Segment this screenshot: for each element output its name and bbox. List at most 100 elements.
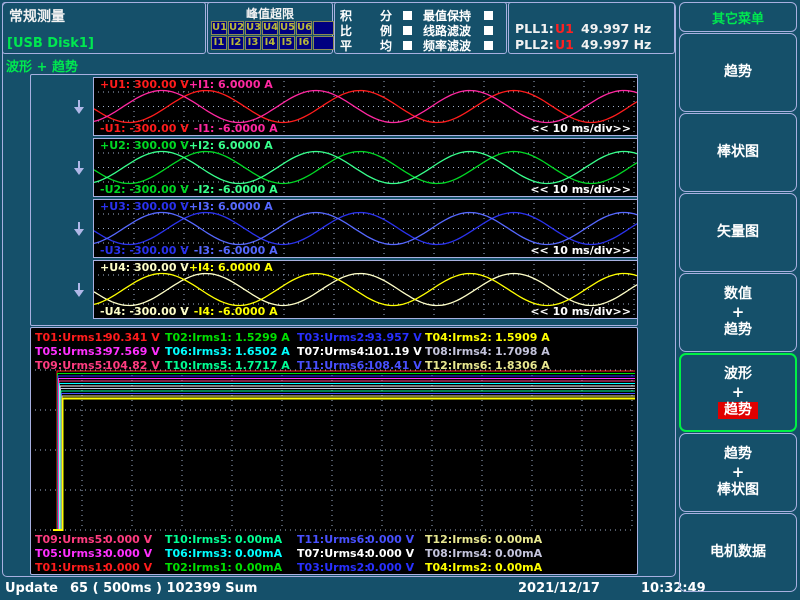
menu-item-numeric-trend[interactable]: 数值+趋势	[679, 273, 797, 352]
menu-item-trend-bar-chart[interactable]: 趋势+棒状图	[679, 433, 797, 512]
waveform-scale-top: +U2: 300.00 V+I2: 6.0000 A	[100, 139, 273, 152]
menu-item-label: 波形	[724, 366, 752, 383]
menu-item-label: 趋势	[718, 402, 758, 419]
menu-item-label: 电机数据	[710, 544, 766, 561]
trend-channel-value: 0.000 V	[105, 547, 152, 560]
checkbox-indicator	[403, 26, 412, 35]
trend-channel-label: T06:Irms3:	[165, 345, 235, 358]
trend-channel-label: T04:Irms2:	[425, 331, 495, 344]
pll1-row: PLL1:U149.997 Hz	[515, 21, 651, 36]
trend-channel-value: 108.41 V	[367, 359, 422, 372]
trend-channel-label: T05:Urms3:	[35, 345, 105, 358]
trend-value-top-10: T10:Irms5:1.7717 A	[165, 359, 290, 372]
trend-value-top-8: T08:Irms4:1.7098 A	[425, 345, 550, 358]
trend-value-bottom-5: T05:Urms3:0.000 V	[35, 547, 152, 560]
trend-value-bottom-4: T12:Irms6:0.00mA	[425, 533, 542, 546]
trend-value-bottom-2: T10:Irms5:0.00mA	[165, 533, 282, 546]
update-counter: 65 ( 500ms ) 102399 Sum	[70, 581, 257, 596]
trend-value-bottom-10: T02:Irms1:0.00mA	[165, 561, 282, 574]
trend-channel-value: 97.569 V	[105, 345, 160, 358]
waveform-panel-2: +U2: 300.00 V+I2: 6.0000 A-U2: -300.00 V…	[93, 138, 638, 197]
trend-display-area: T01:Urms1:90.341 VT02:Irms1:1.5299 AT03:…	[30, 327, 638, 575]
voltage-scale-pos: +U1: 300.00 V	[100, 78, 189, 91]
system-date: 2021/12/17	[518, 581, 600, 596]
current-scale-neg: -I3: -6.0000 A	[194, 244, 278, 257]
plus-icon: +	[732, 306, 745, 319]
trend-channel-label: T02:Irms1:	[165, 561, 235, 574]
trend-value-top-7: T07:Urms4:101.19 V	[297, 345, 422, 358]
trend-value-top-11: T11:Urms6:108.41 V	[297, 359, 422, 372]
status-bar: Update 65 ( 500ms ) 102399 Sum 2021/12/1…	[0, 581, 676, 599]
header-title-panel: 常规测量 [USB Disk1]	[2, 2, 206, 54]
zero-position-marker-arrow-icon	[73, 282, 85, 298]
trend-channel-value: 1.5299 A	[235, 331, 290, 344]
trend-channel-value: 0.000 V	[367, 561, 414, 574]
voltage-scale-neg: -U1: -300.00 V	[100, 122, 189, 135]
menu-item-waveform-trend[interactable]: 波形 + 趋势	[679, 353, 797, 432]
time-per-division-label: << 10 ms/div>>	[530, 183, 631, 196]
trend-channel-label: T10:Irms5:	[165, 533, 235, 546]
trend-channel-value: 0.000 V	[367, 547, 414, 560]
waveform-scale-bottom: -U1: -300.00 V-I1: -6.0000 A	[100, 122, 278, 135]
waveform-panel-4: +U4: 300.00 V+I4: 6.0000 A-U4: -300.00 V…	[93, 260, 638, 319]
trend-value-top-3: T03:Urms2:93.957 V	[297, 331, 422, 344]
waveform-display-area: +U1: 300.00 V+I1: 6.0000 A-U1: -300.00 V…	[30, 74, 638, 326]
trend-channel-value: 90.341 V	[105, 331, 160, 344]
menu-item-label: 趋势	[724, 322, 752, 339]
trend-value-top-5: T05:Urms3:97.569 V	[35, 345, 160, 358]
peak-cell-i1: I1	[211, 36, 227, 50]
peak-overlimit-title: 峰值超限	[208, 5, 332, 22]
status-flag-label: 平均	[340, 37, 392, 54]
trend-value-top-4: T04:Irms2:1.5909 A	[425, 331, 550, 344]
peak-overlimit-row-voltage: U1U2U3U4U5U6	[211, 21, 335, 35]
trend-channel-label: T12:Irms6:	[425, 533, 495, 546]
time-per-division-label: << 10 ms/div>>	[530, 122, 631, 135]
trend-channel-label: T03:Urms2:	[297, 331, 367, 344]
menu-item-trend[interactable]: 趋势	[679, 33, 797, 112]
plus-icon: +	[732, 386, 745, 399]
menu-item-bar-chart[interactable]: 棒状图	[679, 113, 797, 192]
trend-value-bottom-6: T06:Irms3:0.00mA	[165, 547, 282, 560]
checkbox-indicator	[403, 11, 412, 20]
trend-value-top-2: T02:Irms1:1.5299 A	[165, 331, 290, 344]
peak-overlimit-row-current: I1I2I3I4I5I6	[211, 36, 335, 50]
trend-value-top-12: T12:Irms6:1.8306 A	[425, 359, 550, 372]
pll2-label: PLL2:	[515, 37, 555, 52]
waveform-panel-3: +U3: 300.00 V+I3: 6.0000 A-U3: -300.00 V…	[93, 199, 638, 258]
menu-header: 其它菜单	[679, 2, 797, 32]
voltage-scale-pos: +U3: 300.00 V	[100, 200, 189, 213]
trend-channel-label: T08:Irms4:	[425, 345, 495, 358]
trend-channel-label: T10:Irms5:	[165, 359, 235, 372]
voltage-scale-pos: +U2: 300.00 V	[100, 139, 189, 152]
pll2-frequency: 49.997 Hz	[581, 37, 651, 52]
waveform-scale-top: +U3: 300.00 V+I3: 6.0000 A	[100, 200, 273, 213]
status-flag-left-1: 比例	[340, 23, 412, 38]
trend-channel-label: T01:Urms1:	[35, 561, 105, 574]
peak-cell-u3: U3	[245, 21, 261, 35]
trend-value-bottom-3: T11:Urms6:0.000 V	[297, 533, 414, 546]
status-flag-label: 频率滤波	[423, 37, 473, 54]
peak-cell-u4: U4	[262, 21, 278, 35]
current-scale-pos: +I4: 6.0000 A	[189, 261, 273, 274]
status-flag-left-2: 平均	[340, 38, 412, 53]
pll1-label: PLL1:	[515, 21, 555, 36]
trend-channel-value: 101.19 V	[367, 345, 422, 358]
pll1-frequency: 49.997 Hz	[581, 21, 651, 36]
trend-channel-value: 0.00mA	[495, 561, 542, 574]
current-scale-pos: +I3: 6.0000 A	[189, 200, 273, 213]
peak-cell-i2: I2	[228, 36, 244, 50]
status-flag-right-2: 频率滤波	[423, 38, 493, 53]
trend-channel-value: 0.00mA	[235, 533, 282, 546]
status-flag-left-0: 积分	[340, 8, 412, 23]
zero-position-marker-arrow-icon	[73, 221, 85, 237]
waveform-scale-bottom: -U4: -300.00 V-I4: -6.0000 A	[100, 305, 278, 318]
menu-item-vector-diagram[interactable]: 矢量图	[679, 193, 797, 272]
trend-channel-label: T01:Urms1:	[35, 331, 105, 344]
trend-value-bottom-12: T04:Irms2:0.00mA	[425, 561, 542, 574]
trend-channel-value: 1.7098 A	[495, 345, 550, 358]
time-per-division-label: << 10 ms/div>>	[530, 305, 631, 318]
menu-item-label: 棒状图	[717, 482, 759, 499]
trend-channel-value: 0.00mA	[235, 547, 282, 560]
checkbox-indicator	[484, 26, 493, 35]
menu-item-motor-data[interactable]: 电机数据	[679, 513, 797, 592]
